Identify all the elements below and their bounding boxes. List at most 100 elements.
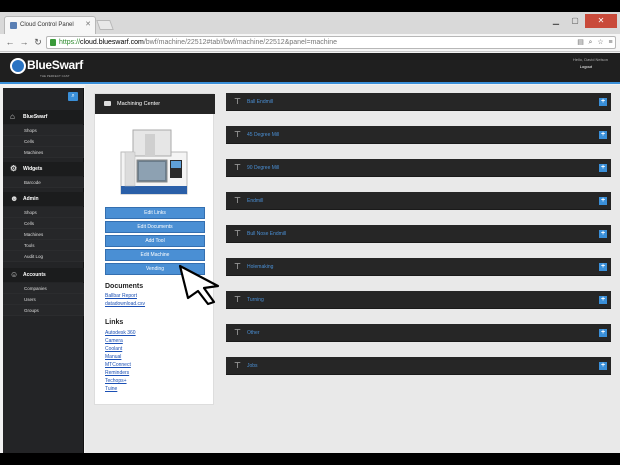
expand-icon[interactable]: +: [599, 98, 607, 106]
sidebar-item-machines[interactable]: Machines: [3, 147, 84, 158]
category-label: Jobs: [247, 363, 258, 369]
menu-icon[interactable]: ≡: [606, 38, 615, 47]
sidebar-item-shops[interactable]: Shops: [3, 125, 84, 136]
sidebar-item-companies[interactable]: Companies: [3, 283, 84, 294]
machine-icon: [104, 101, 111, 106]
link-item[interactable]: Autodesk 360: [105, 330, 136, 336]
edit-machine-button[interactable]: Edit Machine: [105, 249, 205, 261]
tool-icon: ⊤: [234, 328, 241, 337]
link-item[interactable]: Manual: [105, 354, 121, 360]
close-window-icon[interactable]: ✕: [585, 14, 617, 28]
sidebar-item-barcode[interactable]: Barcode: [3, 177, 84, 188]
tool-icon: ⊤: [234, 361, 241, 370]
sidebar-section-label: Admin: [23, 196, 39, 202]
sidebar-item-cells[interactable]: Cells: [3, 136, 84, 147]
url-field[interactable]: https://cloud.blueswarf.com/bwf/machine/…: [46, 36, 616, 49]
category-bull-nose-endmill[interactable]: ⊤ Bull Nose Endmill +: [226, 225, 611, 243]
url-scheme: https://: [59, 39, 81, 46]
machine-panel: Machining Center Edit Links Edit Documen…: [94, 93, 215, 405]
tool-icon: ⊤: [234, 229, 241, 238]
sidebar-section-widgets[interactable]: ⚙ Widgets: [3, 162, 84, 176]
sidebar-item-admin-machines[interactable]: Machines: [3, 229, 84, 240]
person-icon: ☻: [10, 194, 19, 203]
page-icon[interactable]: ▤: [576, 38, 585, 47]
category-45-degree-mill[interactable]: ⊤ 45 Degree Mill +: [226, 126, 611, 144]
sidebar-item-admin-audit-log[interactable]: Audit Log: [3, 251, 84, 262]
edit-links-button[interactable]: Edit Links: [105, 207, 205, 219]
new-tab-button[interactable]: [96, 20, 114, 30]
category-other[interactable]: ⊤ Other +: [226, 324, 611, 342]
document-link[interactable]: Ballbar Report: [105, 293, 137, 299]
sidebar-section-blueswarf[interactable]: ⌂ BlueSwarf: [3, 110, 84, 124]
tool-icon: ⊤: [234, 295, 241, 304]
logout-link[interactable]: Logout: [580, 64, 592, 69]
zoom-icon[interactable]: ⌕: [586, 38, 595, 47]
expand-icon[interactable]: +: [599, 263, 607, 271]
tool-icon: ⊤: [234, 130, 241, 139]
sidebar-section-admin[interactable]: ☻ Admin: [3, 192, 84, 206]
add-tool-button[interactable]: Add Tool: [105, 235, 205, 247]
category-label: Holemaking: [247, 264, 274, 270]
machine-image: [120, 129, 188, 195]
sidebar: ⌕ ⌂ BlueSwarf Shops Cells Machines ⚙ Widge…: [3, 88, 84, 453]
link-item[interactable]: Reminders: [105, 370, 129, 376]
expand-icon[interactable]: +: [599, 362, 607, 370]
main-content: Machining Center Edit Links Edit Documen…: [85, 85, 620, 453]
address-bar-row: ← → ↻ https://cloud.blueswarf.com/bwf/ma…: [0, 34, 620, 52]
favicon-icon: [10, 22, 17, 29]
expand-icon[interactable]: +: [599, 197, 607, 205]
category-label: 90 Degree Mill: [247, 165, 280, 171]
logo-icon: [10, 58, 26, 74]
link-item[interactable]: Tuine: [105, 386, 117, 392]
sidebar-section-accounts[interactable]: ☺ Accounts: [3, 268, 84, 282]
expand-icon[interactable]: +: [599, 131, 607, 139]
sidebar-item-admin-shops[interactable]: Shops: [3, 207, 84, 218]
home-icon: ⌂: [10, 112, 15, 121]
sidebar-section-label: BlueSwarf: [23, 114, 48, 120]
tool-icon: ⊤: [234, 163, 241, 172]
expand-icon[interactable]: +: [599, 329, 607, 337]
star-icon[interactable]: ☆: [596, 38, 605, 47]
link-item[interactable]: Techops+: [105, 378, 127, 384]
expand-icon[interactable]: +: [599, 296, 607, 304]
edit-documents-button[interactable]: Edit Documents: [105, 221, 205, 233]
lock-icon: [50, 39, 56, 46]
link-item[interactable]: MTConnect: [105, 362, 131, 368]
browser-tab[interactable]: Cloud Control Panel ✕: [4, 16, 96, 34]
category-label: Other: [247, 330, 260, 336]
maximize-icon[interactable]: ▢: [566, 14, 584, 28]
back-icon[interactable]: ←: [4, 36, 16, 48]
sidebar-item-admin-cells[interactable]: Cells: [3, 218, 84, 229]
category-holemaking[interactable]: ⊤ Holemaking +: [226, 258, 611, 276]
category-label: Endmill: [247, 198, 264, 204]
links-heading: Links: [105, 319, 124, 326]
machine-title: Machining Center: [117, 101, 161, 107]
logo[interactable]: BlueSwarf: [27, 58, 83, 72]
machine-panel-header: Machining Center: [95, 94, 215, 114]
expand-icon[interactable]: +: [599, 230, 607, 238]
close-tab-icon[interactable]: ✕: [85, 20, 91, 28]
forward-icon[interactable]: →: [18, 36, 30, 48]
people-icon: ☺: [10, 270, 19, 279]
expand-icon[interactable]: +: [599, 164, 607, 172]
tab-strip: Cloud Control Panel ✕ ▁ ▢ ✕: [0, 12, 620, 34]
tool-icon: ⊤: [234, 97, 241, 106]
category-90-degree-mill[interactable]: ⊤ 90 Degree Mill +: [226, 159, 611, 177]
minimize-icon[interactable]: ▁: [547, 14, 565, 28]
document-link[interactable]: datadownload.csv: [105, 301, 145, 307]
category-ball-endmill[interactable]: ⊤ Ball Endmill +: [226, 93, 611, 111]
tab-title: Cloud Control Panel: [20, 22, 74, 28]
link-item[interactable]: Camera: [105, 338, 123, 344]
category-endmill[interactable]: ⊤ Endmill +: [226, 192, 611, 210]
sidebar-item-groups[interactable]: Groups: [3, 305, 84, 316]
link-item[interactable]: Coolant: [105, 346, 122, 352]
category-jobs[interactable]: ⊤ Jobs +: [226, 357, 611, 375]
reload-icon[interactable]: ↻: [32, 36, 44, 48]
user-greeting: Hello, David Nelson: [572, 57, 608, 62]
url-host: cloud.blueswarf.com: [80, 39, 144, 46]
sidebar-item-admin-tools[interactable]: Tools: [3, 240, 84, 251]
category-turning[interactable]: ⊤ Turning +: [226, 291, 611, 309]
search-icon[interactable]: ⌕: [68, 92, 78, 101]
gear-icon: ⚙: [10, 164, 18, 173]
sidebar-item-users[interactable]: Users: [3, 294, 84, 305]
